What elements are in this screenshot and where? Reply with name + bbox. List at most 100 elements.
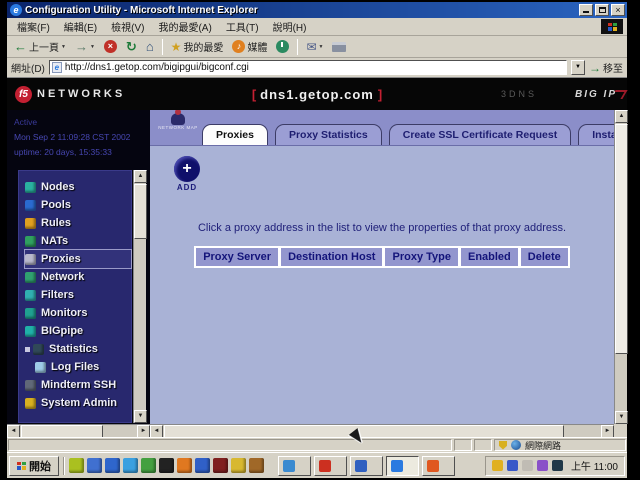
content-vertical-scrollbar[interactable]: ▲ ▼ bbox=[614, 110, 627, 424]
taskbar-window-button-active[interactable] bbox=[386, 456, 419, 476]
quicklaunch-icon[interactable] bbox=[231, 458, 246, 473]
taskbar-window-button[interactable] bbox=[314, 456, 347, 476]
taskbar-window-button[interactable] bbox=[422, 456, 455, 476]
sidebar-vertical-scrollbar[interactable]: ▲ ▼ bbox=[133, 170, 146, 423]
back-dropdown-icon[interactable]: ▼ bbox=[61, 44, 66, 50]
start-button[interactable]: 開始 bbox=[9, 456, 59, 476]
sidebar-item-bigpipe[interactable]: BIGpipe bbox=[25, 322, 131, 340]
tab-install-ssl-certificate[interactable]: Install SSL Certif bbox=[578, 124, 614, 145]
quicklaunch-icon[interactable] bbox=[123, 458, 138, 473]
tab-proxy-statistics[interactable]: Proxy Statistics bbox=[275, 124, 382, 145]
nodes-icon bbox=[25, 182, 36, 193]
quicklaunch-icon[interactable] bbox=[87, 458, 102, 473]
sidebar-item-system-admin[interactable]: System Admin bbox=[25, 394, 131, 412]
mail-dropdown-icon[interactable]: ▼ bbox=[319, 44, 324, 50]
menu-file[interactable]: 檔案(F) bbox=[11, 17, 56, 36]
sidebar-item-label: Nodes bbox=[41, 181, 75, 193]
sidebar-item-rules[interactable]: Rules bbox=[25, 214, 131, 232]
address-bar: 網址(D) e http://dns1.getop.com/bigipgui/b… bbox=[7, 58, 627, 78]
sidebar-item-monitors[interactable]: Monitors bbox=[25, 304, 131, 322]
status-pane bbox=[474, 439, 492, 451]
address-dropdown-button[interactable]: ▼ bbox=[571, 60, 585, 75]
content-horizontal-scrollbar[interactable]: ◄ ► bbox=[150, 424, 614, 437]
scroll-up-icon[interactable]: ▲ bbox=[134, 170, 147, 183]
tab-proxies[interactable]: Proxies bbox=[202, 124, 268, 145]
scrollbar-track[interactable] bbox=[615, 124, 628, 354]
favorites-button[interactable]: ★ 我的最愛 bbox=[168, 38, 227, 55]
tray-icon[interactable] bbox=[507, 460, 518, 471]
app-icon bbox=[427, 460, 439, 472]
quicklaunch-icon[interactable] bbox=[177, 458, 192, 473]
menu-tools[interactable]: 工具(T) bbox=[220, 17, 265, 36]
sidebar-item-statistics[interactable]: Statistics bbox=[25, 340, 131, 358]
network-map-button[interactable]: NETWORK MAP bbox=[158, 113, 198, 130]
taskbar-window-button[interactable] bbox=[350, 456, 383, 476]
windows-logo-icon bbox=[17, 462, 26, 470]
sidebar-item-label: Statistics bbox=[49, 343, 98, 355]
window-titlebar[interactable]: e Configuration Utility - Microsoft Inte… bbox=[7, 2, 627, 18]
sidebar-item-pools[interactable]: Pools bbox=[25, 196, 131, 214]
status-uptime: uptime: 20 days, 15:35:33 bbox=[14, 145, 130, 160]
back-button[interactable]: ← 上一頁 ▼ bbox=[11, 38, 69, 55]
go-button[interactable]: → 移至 bbox=[589, 60, 623, 75]
quicklaunch-icon[interactable] bbox=[213, 458, 228, 473]
tray-icon[interactable] bbox=[552, 460, 563, 471]
mail-button[interactable]: ✉▼ bbox=[303, 39, 326, 55]
quicklaunch-icon[interactable] bbox=[69, 458, 84, 473]
tray-icon[interactable] bbox=[492, 460, 503, 471]
col-proxy-server: Proxy Server bbox=[196, 248, 278, 266]
sidebar-item-nats[interactable]: NATs bbox=[25, 232, 131, 250]
bigpipe-icon bbox=[25, 326, 36, 337]
taskbar-window-button[interactable] bbox=[278, 456, 311, 476]
scroll-down-icon[interactable]: ▼ bbox=[615, 411, 628, 424]
menu-view[interactable]: 檢視(V) bbox=[105, 17, 150, 36]
forward-button[interactable]: → ▼ bbox=[72, 39, 98, 55]
home-button[interactable]: ⌂ bbox=[143, 38, 157, 55]
quicklaunch-icon[interactable] bbox=[195, 458, 210, 473]
sidebar-item-nodes[interactable]: Nodes bbox=[25, 178, 131, 196]
status-bar: 網際網路 bbox=[7, 437, 627, 452]
history-button[interactable] bbox=[273, 39, 292, 54]
scrollbar-thumb[interactable] bbox=[134, 184, 147, 239]
menu-favorites[interactable]: 我的最愛(A) bbox=[152, 17, 217, 36]
media-button[interactable]: ♪ 媒體 bbox=[229, 38, 270, 55]
menu-bar: 檔案(F) 編輯(E) 檢視(V) 我的最愛(A) 工具(T) 說明(H) bbox=[7, 18, 627, 36]
tray-icon[interactable] bbox=[522, 460, 533, 471]
quicklaunch-icon[interactable] bbox=[159, 458, 174, 473]
stop-button[interactable]: × bbox=[101, 39, 120, 54]
favorites-label: 我的最愛 bbox=[183, 39, 223, 54]
tab-create-ssl-certificate-request[interactable]: Create SSL Certificate Request bbox=[389, 124, 571, 145]
quicklaunch-icon[interactable] bbox=[249, 458, 264, 473]
add-proxy-button[interactable]: + ADD bbox=[167, 156, 207, 192]
forward-dropdown-icon[interactable]: ▼ bbox=[90, 44, 95, 50]
sidebar-horizontal-scrollbar[interactable]: ◄ ► bbox=[7, 424, 150, 437]
quicklaunch-icon[interactable] bbox=[141, 458, 156, 473]
content-frame: NETWORK MAP Proxies Proxy Statistics Cre… bbox=[150, 110, 627, 437]
restore-button[interactable] bbox=[595, 4, 609, 16]
toolbar-separator bbox=[297, 39, 298, 55]
close-button[interactable]: × bbox=[611, 4, 625, 16]
col-enabled: Enabled bbox=[461, 248, 518, 266]
sidebar-item-mindterm-ssh[interactable]: Mindterm SSH bbox=[25, 376, 131, 394]
quicklaunch-icon[interactable] bbox=[105, 458, 120, 473]
tray-icon[interactable] bbox=[537, 460, 548, 471]
sidebar-item-label: System Admin bbox=[41, 397, 117, 409]
sidebar-item-proxies[interactable]: Proxies bbox=[25, 250, 131, 268]
menu-help[interactable]: 說明(H) bbox=[267, 17, 313, 36]
sidebar-item-network[interactable]: Network bbox=[25, 268, 131, 286]
refresh-button[interactable]: ↻ bbox=[123, 38, 140, 56]
start-label: 開始 bbox=[29, 458, 51, 474]
minimize-button[interactable] bbox=[579, 4, 593, 16]
expand-icon[interactable] bbox=[25, 347, 30, 352]
menu-edit[interactable]: 編輯(E) bbox=[58, 17, 103, 36]
sidebar-item-log-files[interactable]: Log Files bbox=[25, 358, 131, 376]
sidebar-item-filters[interactable]: Filters bbox=[25, 286, 131, 304]
quick-launch-bar bbox=[69, 458, 264, 473]
address-input[interactable]: e http://dns1.getop.com/bigipgui/bigconf… bbox=[49, 60, 567, 75]
scrollbar-corner bbox=[614, 424, 627, 437]
ie-throbber-logo bbox=[601, 19, 623, 34]
scroll-up-icon[interactable]: ▲ bbox=[615, 110, 628, 123]
scroll-down-icon[interactable]: ▼ bbox=[134, 410, 147, 423]
print-button[interactable] bbox=[329, 41, 349, 53]
zone-label: 網際網路 bbox=[525, 439, 561, 452]
